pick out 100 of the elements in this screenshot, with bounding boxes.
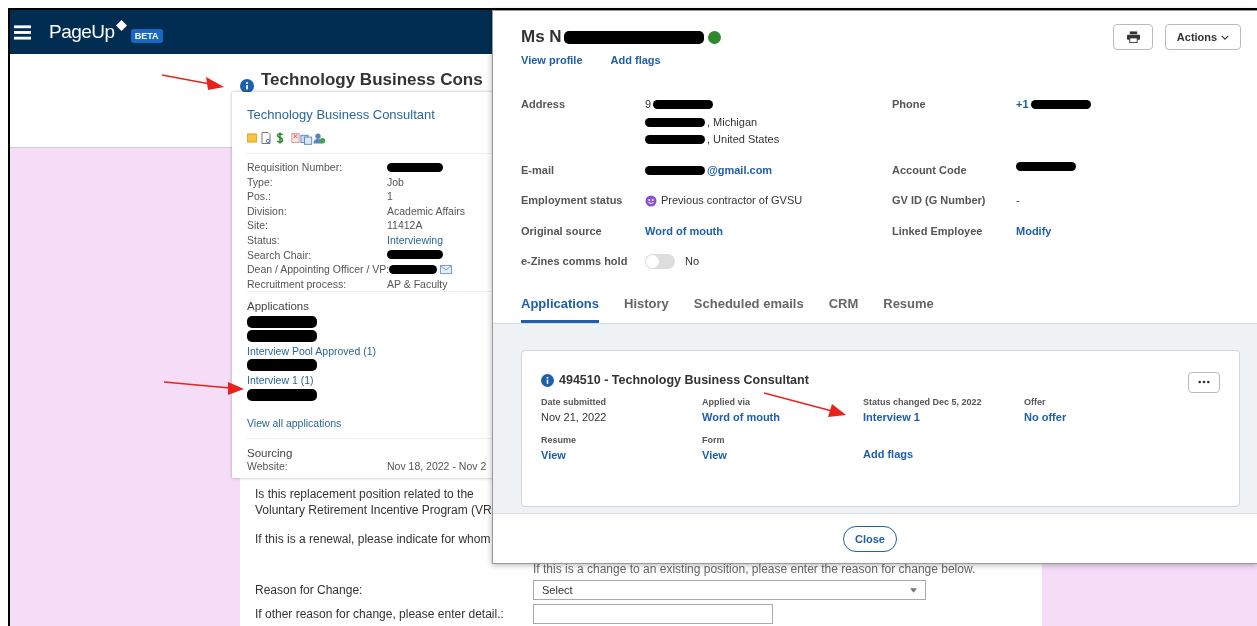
form-label: If other reason for change, please enter detail.: bbox=[255, 607, 505, 621]
field-label: Website: bbox=[247, 459, 289, 474]
detail-value: , United States bbox=[707, 132, 780, 147]
dropdown-arrow-icon bbox=[910, 587, 917, 593]
redaction-mark bbox=[1030, 100, 1091, 110]
detail-label: Linked Employee bbox=[892, 223, 984, 239]
field-value: AP & Faculty bbox=[387, 276, 448, 292]
redaction-mark bbox=[645, 117, 705, 127]
redaction-mark bbox=[387, 162, 443, 172]
more-icon bbox=[1198, 380, 1210, 384]
menu-icon[interactable] bbox=[14, 23, 31, 40]
redaction-mark bbox=[645, 165, 705, 175]
logo[interactable]: PageUp bbox=[49, 20, 115, 43]
note-icon[interactable] bbox=[247, 132, 257, 144]
detail-link[interactable]: @gmail.com bbox=[707, 161, 773, 179]
page-title: Technology Business Cons bbox=[261, 69, 483, 90]
more-button[interactable] bbox=[1188, 371, 1220, 393]
field-label: Site: bbox=[247, 218, 269, 233]
chevron-down-icon bbox=[1221, 34, 1230, 40]
form-hint: If this is a change to an existing position, please enter the reason for change below. bbox=[533, 562, 976, 576]
input-field[interactable] bbox=[533, 604, 773, 624]
profile-link[interactable]: View profile bbox=[521, 54, 583, 66]
document-icon[interactable] bbox=[261, 132, 271, 144]
detail-value: Previous contractor of GVSU bbox=[661, 193, 803, 208]
detail-label: GV ID (G Number) bbox=[892, 193, 987, 208]
field-label: Type: bbox=[247, 174, 274, 190]
redaction-mark bbox=[247, 315, 317, 328]
candidate-name: Ms N bbox=[521, 27, 562, 47]
close-button[interactable]: Close bbox=[843, 525, 897, 552]
form-label: Reason for Change: bbox=[255, 583, 364, 597]
field-link[interactable]: Interview 1 bbox=[863, 410, 1024, 423]
form-label: Is this replacement position related to the Voluntary Retirement Incentive Program (VR bbox=[255, 486, 493, 518]
form-label: If this is a renewal, please indicate for whom bbox=[255, 531, 492, 547]
redaction-mark bbox=[389, 264, 438, 274]
detail-link[interactable]: Word of mouth bbox=[645, 222, 723, 240]
field-value: Job bbox=[387, 174, 404, 190]
print-icon bbox=[1126, 31, 1140, 43]
field-link[interactable]: No offer bbox=[1024, 410, 1185, 423]
detail-link[interactable]: +1 bbox=[1016, 96, 1029, 114]
field-label: Applied via bbox=[702, 396, 751, 407]
tab[interactable]: History bbox=[624, 295, 669, 323]
detail-label: Phone bbox=[892, 97, 927, 112]
annotation-arrow bbox=[162, 73, 224, 91]
mail-icon[interactable] bbox=[440, 264, 453, 274]
detail-label: e-Zines comms hold bbox=[521, 254, 629, 269]
field-value: Nov 21, 2022 bbox=[541, 410, 608, 423]
field-value: Academic Affairs bbox=[387, 203, 465, 219]
actions-button[interactable]: Actions bbox=[1165, 24, 1241, 50]
field-label: Status changed Dec 5, 2022 bbox=[863, 396, 983, 407]
field-value: Nov 18, 2022 - Nov 2 bbox=[387, 458, 487, 474]
field-label: Requisition Number: bbox=[247, 160, 344, 175]
redaction-mark bbox=[247, 388, 317, 401]
field-label: Status: bbox=[247, 232, 281, 248]
detail-value: 9 bbox=[645, 97, 652, 112]
field-label: Date submitted bbox=[541, 396, 607, 407]
field-label: Pos.: bbox=[247, 189, 272, 204]
field-link[interactable]: Word of mouth bbox=[702, 410, 863, 423]
status-link[interactable]: Interviewing bbox=[387, 232, 444, 248]
redaction-mark bbox=[387, 250, 443, 260]
field-label: Division: bbox=[247, 203, 288, 219]
status-link[interactable]: Interview 1 (1) bbox=[247, 374, 314, 386]
dollar-icon[interactable] bbox=[275, 132, 285, 144]
redaction-mark bbox=[247, 359, 317, 372]
detail-value: , Michigan bbox=[707, 114, 758, 130]
tab[interactable]: CRM bbox=[828, 295, 859, 323]
field-label: Search Chair: bbox=[247, 247, 313, 263]
detail-label: Account Code bbox=[892, 162, 968, 178]
diamond-icon bbox=[115, 20, 127, 32]
toggle-switch[interactable] bbox=[645, 254, 675, 270]
status-link[interactable]: Interview Pool Approved (1) bbox=[247, 344, 376, 357]
detail-link[interactable]: Modify bbox=[1016, 222, 1052, 240]
detail-value: - bbox=[1016, 193, 1020, 208]
reason-select[interactable]: Select bbox=[533, 580, 926, 600]
documents-icon[interactable] bbox=[291, 131, 327, 145]
redaction-mark bbox=[645, 135, 705, 145]
tab[interactable]: Scheduled emails bbox=[693, 295, 804, 323]
detail-label: Address bbox=[521, 97, 567, 112]
field-link[interactable]: View bbox=[541, 448, 702, 461]
field-value: 11412A bbox=[387, 218, 423, 233]
view-all-link[interactable]: View all applications bbox=[247, 416, 342, 429]
detail-label: Original source bbox=[521, 223, 603, 239]
application-title: 494510 - Technology Business Consultant bbox=[559, 373, 809, 387]
field-label: Recruitment process: bbox=[247, 276, 348, 292]
info-icon bbox=[541, 373, 554, 387]
detail-label: E-mail bbox=[521, 162, 555, 178]
redaction-mark bbox=[247, 330, 317, 343]
contractor-icon bbox=[645, 194, 657, 207]
field-value: 1 bbox=[387, 189, 393, 204]
redaction-mark bbox=[1016, 161, 1076, 171]
requisition-title[interactable]: Technology Business Consultant bbox=[247, 107, 435, 122]
tab[interactable]: Resume bbox=[883, 295, 934, 323]
detail-label: Employment status bbox=[521, 193, 624, 208]
field-label: Resume bbox=[541, 434, 577, 445]
redaction-mark bbox=[653, 100, 714, 110]
field-link[interactable]: Add flags bbox=[863, 447, 1024, 460]
beta-badge: BETA bbox=[130, 28, 163, 43]
print-button[interactable] bbox=[1113, 24, 1153, 50]
field-link[interactable]: View bbox=[702, 448, 863, 461]
field-label: Dean / Appointing Officer / VP: bbox=[247, 262, 390, 277]
profile-link[interactable]: Add flags bbox=[610, 54, 661, 66]
